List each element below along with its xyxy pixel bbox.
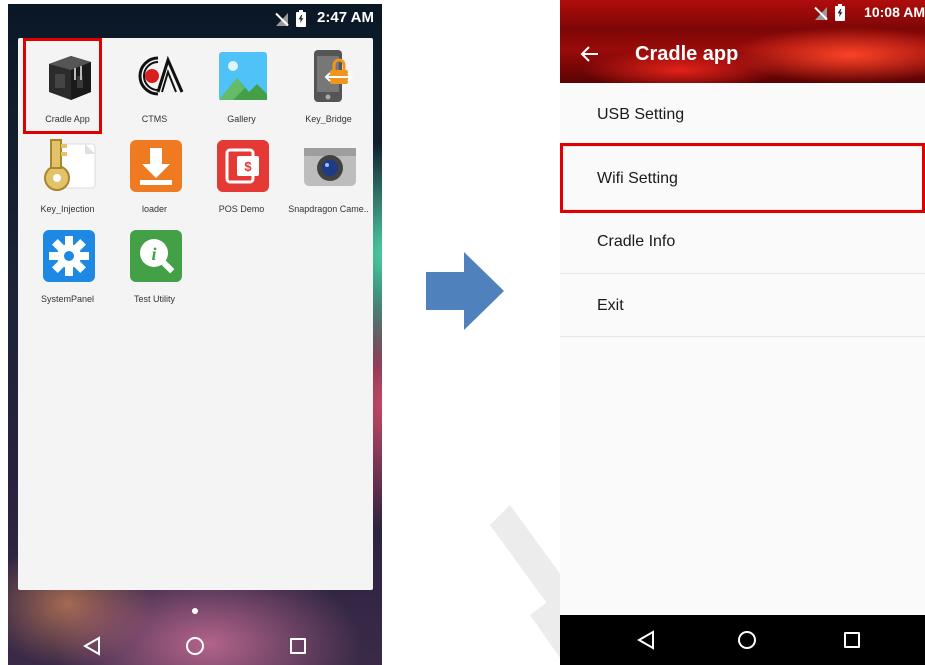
menu-item-label: Cradle Info — [597, 233, 676, 250]
key-bridge-icon — [314, 50, 354, 102]
svg-text:$: $ — [244, 159, 252, 174]
status-icons — [276, 10, 306, 27]
app-pos-demo[interactable]: $ POS Demo — [198, 128, 285, 218]
camera-icon — [304, 148, 356, 186]
menu-item-label: USB Setting — [597, 106, 685, 123]
pos-demo-icon: $ — [217, 140, 269, 192]
app-snapdragon-camera[interactable]: Snapdragon Came.. — [285, 128, 372, 218]
svg-text:i: i — [151, 244, 156, 264]
app-label: Snapdragon Came.. — [288, 204, 369, 214]
app-label: CTMS — [141, 114, 168, 124]
app-header: 10:08 AM Cradle app — [560, 0, 925, 83]
app-label: Gallery — [227, 114, 256, 124]
cradle-app-highlight-box — [23, 38, 102, 134]
battery-charging-icon — [296, 10, 306, 27]
app-label: Key_Injection — [40, 204, 95, 214]
status-bar: 2:47 AM — [8, 4, 382, 34]
app-ctms[interactable]: CTMS — [111, 38, 198, 128]
arrow-right-icon — [426, 252, 504, 330]
app-key-bridge[interactable]: Key_Bridge — [285, 38, 372, 128]
right-phone-screen: 10:08 AM Cradle app USB Setting Wifi Set… — [560, 0, 925, 665]
page-indicator-dot — [192, 608, 198, 614]
nav-bar — [8, 621, 382, 665]
home-icon[interactable] — [738, 631, 756, 649]
nav-bar — [560, 615, 925, 665]
recents-icon[interactable] — [844, 632, 860, 648]
app-label: loader — [141, 204, 168, 214]
menu-item-exit[interactable]: Exit — [560, 274, 925, 337]
back-arrow-icon[interactable] — [580, 45, 600, 63]
ctms-logo-icon — [138, 55, 184, 96]
no-sim-icon — [276, 13, 288, 26]
app-label: Key_Bridge — [305, 114, 352, 124]
wifi-setting-highlight-box — [560, 143, 925, 213]
no-sim-icon — [815, 7, 827, 20]
recents-icon[interactable] — [290, 638, 306, 654]
app-gallery[interactable]: Gallery — [198, 38, 285, 128]
page-title: Cradle app — [635, 43, 739, 65]
menu-item-cradle-info[interactable]: Cradle Info — [560, 210, 925, 274]
status-time: 10:08 AM — [864, 4, 925, 20]
back-icon[interactable] — [637, 630, 655, 650]
app-label: POS Demo — [218, 204, 265, 214]
app-key-injection[interactable]: Key_Injection — [24, 128, 111, 218]
status-icons — [815, 4, 845, 21]
menu-item-usb-setting[interactable]: USB Setting — [560, 83, 925, 147]
home-icon[interactable] — [186, 637, 204, 655]
app-loader[interactable]: loader — [111, 128, 198, 218]
app-label: Test Utility — [133, 294, 175, 304]
app-test-utility[interactable]: i Test Utility — [111, 218, 198, 308]
download-icon — [130, 140, 182, 192]
key-icon — [44, 139, 96, 191]
menu-item-label: Exit — [597, 296, 624, 314]
tutorial-figure: 2:47 AM Cradle App CTMS Gallery Key_Brid… — [0, 0, 925, 665]
left-phone-screen: 2:47 AM Cradle App CTMS Gallery Key_Brid… — [8, 4, 382, 665]
status-time: 2:47 AM — [317, 9, 374, 26]
battery-charging-icon — [835, 4, 845, 21]
gear-icon — [43, 230, 95, 282]
gallery-icon — [219, 52, 267, 100]
app-label: SystemPanel — [40, 294, 95, 304]
back-icon[interactable] — [83, 636, 101, 656]
info-search-icon: i — [130, 230, 182, 282]
app-systempanel[interactable]: SystemPanel — [24, 218, 111, 308]
